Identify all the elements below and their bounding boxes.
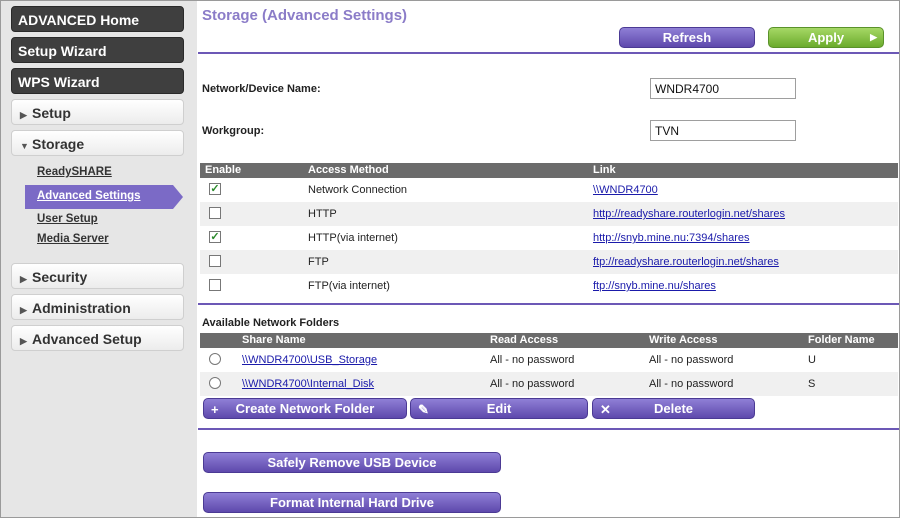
enable-checkbox[interactable]: ✓ xyxy=(209,231,221,243)
edit-label: Edit xyxy=(486,401,512,416)
main-content: Storage (Advanced Settings) Refresh Appl… xyxy=(198,1,899,517)
workgroup-input[interactable] xyxy=(650,120,796,141)
access-method: FTP xyxy=(308,256,329,268)
create-network-folder-button[interactable]: + Create Network Folder xyxy=(203,398,407,419)
apply-label: Apply xyxy=(807,30,845,45)
sidebar-item-label: Storage xyxy=(32,136,85,152)
access-link[interactable]: ftp://readyshare.routerlogin.net/shares xyxy=(593,256,779,268)
pencil-icon: ✎ xyxy=(418,402,429,417)
table-row: \\WNDR4700\USB_Storage All - no password… xyxy=(200,348,898,372)
read-access: All - no password xyxy=(490,354,575,366)
format-internal-drive-button[interactable]: Format Internal Hard Drive xyxy=(203,492,501,513)
write-access: All - no password xyxy=(649,354,734,366)
share-name-link[interactable]: \\WNDR4700\USB_Storage xyxy=(242,354,377,366)
section-divider xyxy=(198,428,899,430)
column-header: Share Name xyxy=(242,334,306,346)
advanced-home-button[interactable]: ADVANCED Home xyxy=(11,6,184,32)
sidebar-item-administration[interactable]: ▶ Administration xyxy=(11,294,184,320)
sidebar-item-label: Administration xyxy=(32,300,131,316)
chevron-down-icon: ▼ xyxy=(20,141,29,151)
sidebar-item-storage[interactable]: ▼ Storage xyxy=(11,130,184,156)
sidebar-subitem-media-server[interactable]: Media Server xyxy=(37,233,109,245)
folder-radio[interactable] xyxy=(209,377,221,389)
table-row: ✓ HTTP(via internet) http://snyb.mine.nu… xyxy=(200,226,898,250)
enable-checkbox[interactable] xyxy=(209,207,221,219)
chevron-right-icon: ▶ xyxy=(20,110,27,120)
enable-checkbox[interactable] xyxy=(209,255,221,267)
table-row: FTP(via internet) ftp://snyb.mine.nu/sha… xyxy=(200,274,898,298)
sidebar-item-advanced-setup[interactable]: ▶ Advanced Setup xyxy=(11,325,184,351)
access-method: FTP(via internet) xyxy=(308,280,390,292)
wps-wizard-button[interactable]: WPS Wizard xyxy=(11,68,184,94)
sidebar-subitem-advanced-settings[interactable]: Advanced Settings xyxy=(37,190,141,202)
enable-checkbox[interactable] xyxy=(209,279,221,291)
table-row: ✓ Network Connection \\WNDR4700 xyxy=(200,178,898,202)
table-row: FTP ftp://readyshare.routerlogin.net/sha… xyxy=(200,250,898,274)
sidebar-item-label: Security xyxy=(32,269,88,285)
refresh-button[interactable]: Refresh xyxy=(619,27,755,48)
access-link[interactable]: http://snyb.mine.nu:7394/shares xyxy=(593,232,750,244)
sidebar: ADVANCED Home Setup Wizard WPS Wizard ▶ S… xyxy=(1,1,197,517)
access-method: HTTP xyxy=(308,208,337,220)
share-name-link[interactable]: \\WNDR4700\Internal_Disk xyxy=(242,378,374,390)
folder-radio[interactable] xyxy=(209,353,221,365)
folders-table-header: Share Name Read Access Write Access Fold… xyxy=(200,333,898,348)
edit-button[interactable]: ✎ Edit xyxy=(410,398,588,419)
column-header: Write Access xyxy=(649,334,718,346)
sidebar-item-label: Advanced Setup xyxy=(32,331,142,347)
chevron-right-icon: ▶ xyxy=(20,274,27,284)
plus-icon: + xyxy=(211,402,219,417)
close-icon: ✕ xyxy=(600,402,611,417)
table-row: \\WNDR4700\Internal_Disk All - no passwo… xyxy=(200,372,898,396)
sidebar-item-security[interactable]: ▶ Security xyxy=(11,263,184,289)
sidebar-item-label: Setup xyxy=(32,105,71,121)
setup-wizard-button[interactable]: Setup Wizard xyxy=(11,37,184,63)
enable-checkbox[interactable]: ✓ xyxy=(209,183,221,195)
access-method: HTTP(via internet) xyxy=(308,232,398,244)
folder-name: S xyxy=(808,378,816,390)
chevron-right-icon: ▶ xyxy=(20,305,27,315)
write-access: All - no password xyxy=(649,378,734,390)
folders-section-label: Available Network Folders xyxy=(202,317,340,329)
page-title: Storage (Advanced Settings) xyxy=(202,7,408,24)
column-header: Folder Name xyxy=(808,334,875,346)
sidebar-subitem-user-setup[interactable]: User Setup xyxy=(37,213,98,225)
access-link[interactable]: http://readyshare.routerlogin.net/shares xyxy=(593,208,785,220)
sidebar-item-setup[interactable]: ▶ Setup xyxy=(11,99,184,125)
workgroup-label: Workgroup: xyxy=(202,125,265,137)
safely-remove-usb-button[interactable]: Safely Remove USB Device xyxy=(203,452,501,473)
access-link[interactable]: ftp://snyb.mine.nu/shares xyxy=(593,280,716,292)
access-link[interactable]: \\WNDR4700 xyxy=(593,184,658,196)
title-divider xyxy=(198,52,899,54)
chevron-right-icon: ▶ xyxy=(870,32,877,42)
apply-button[interactable]: Apply ▶ xyxy=(768,27,884,48)
device-name-input[interactable] xyxy=(650,78,796,99)
section-divider xyxy=(198,303,899,305)
active-pointer-icon xyxy=(173,185,183,209)
delete-label: Delete xyxy=(653,401,694,416)
access-table-header: Enable Access Method Link xyxy=(200,163,898,178)
column-header: Read Access xyxy=(490,334,559,346)
create-label: Create Network Folder xyxy=(235,401,375,416)
device-name-label: Network/Device Name: xyxy=(202,83,321,95)
read-access: All - no password xyxy=(490,378,575,390)
sidebar-subitem-readyshare[interactable]: ReadySHARE xyxy=(37,166,112,178)
column-header: Link xyxy=(593,164,616,176)
column-header: Access Method xyxy=(308,164,389,176)
column-header: Enable xyxy=(205,164,242,176)
access-method: Network Connection xyxy=(308,184,408,196)
folder-name: U xyxy=(808,354,816,366)
chevron-right-icon: ▶ xyxy=(20,336,27,346)
table-row: HTTP http://readyshare.routerlogin.net/s… xyxy=(200,202,898,226)
delete-button[interactable]: ✕ Delete xyxy=(592,398,755,419)
